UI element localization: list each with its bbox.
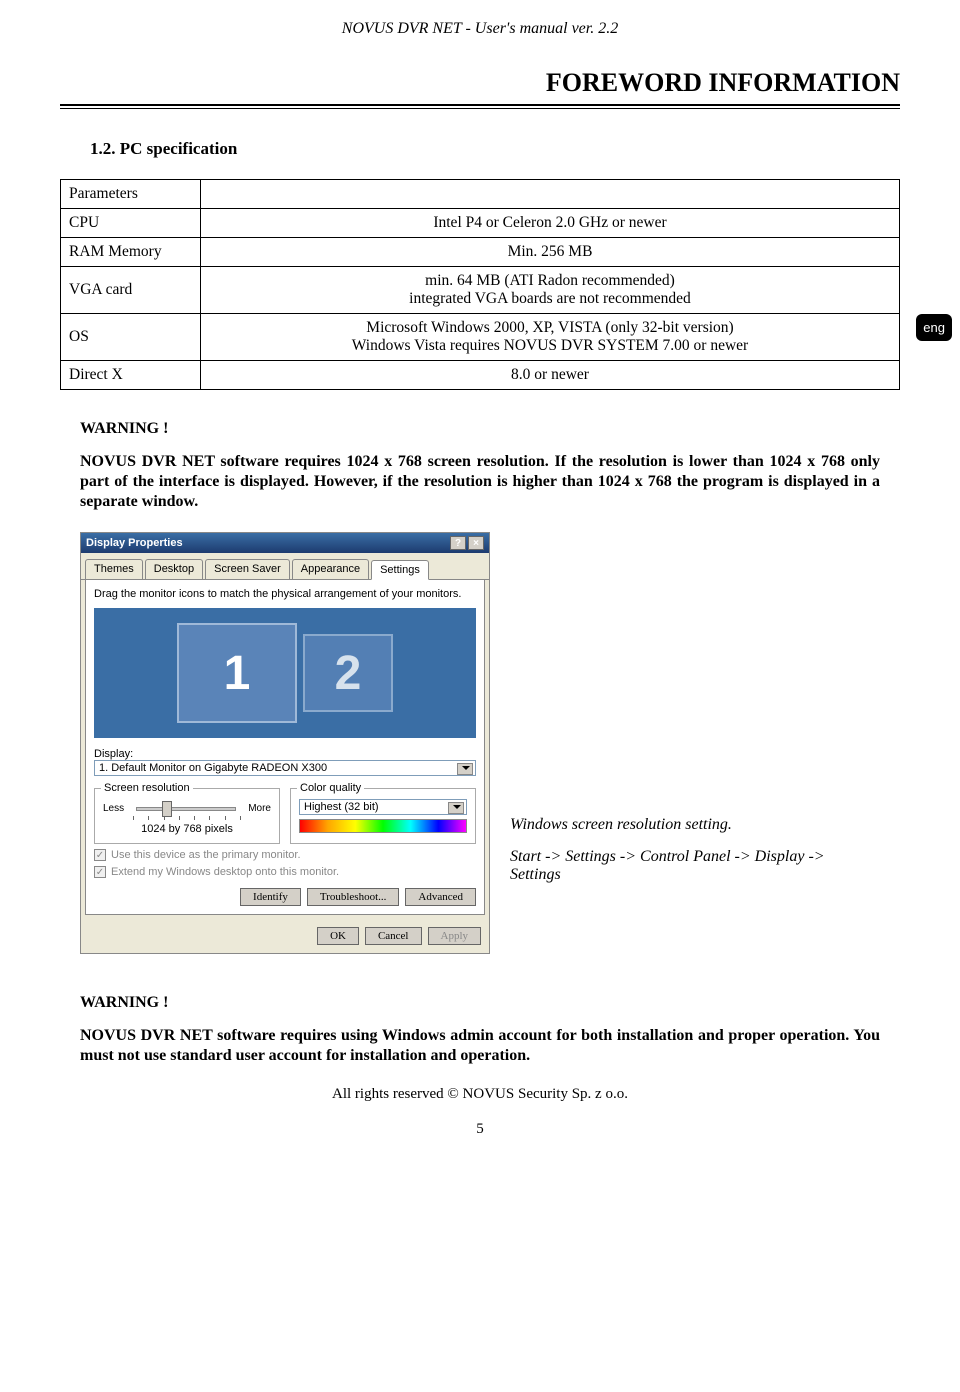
tab-settings[interactable]: Settings <box>371 560 429 580</box>
cell-value: Min. 256 MB <box>201 238 900 267</box>
help-icon[interactable]: ? <box>450 536 466 550</box>
footer-copyright: All rights reserved © NOVUS Security Sp.… <box>60 1086 900 1103</box>
color-quality-value: Highest (32 bit) <box>304 801 379 813</box>
table-row: VGA card min. 64 MB (ATI Radon recommend… <box>61 267 900 314</box>
cell-label: Direct X <box>61 361 201 390</box>
cell-value: 8.0 or newer <box>201 361 900 390</box>
language-badge: eng <box>916 314 952 341</box>
color-quality-select[interactable]: Highest (32 bit) <box>299 799 467 815</box>
display-select[interactable]: 1. Default Monitor on Gigabyte RADEON X3… <box>94 760 476 776</box>
table-row: RAM Memory Min. 256 MB <box>61 238 900 267</box>
settings-panel: Drag the monitor icons to match the phys… <box>85 580 485 915</box>
close-icon[interactable]: × <box>468 536 484 550</box>
cell-label: OS <box>61 314 201 361</box>
checkbox-label: Extend my Windows desktop onto this moni… <box>111 866 339 878</box>
monitor-2-icon[interactable]: 2 <box>303 634 393 712</box>
tabs: Themes Desktop Screen Saver Appearance S… <box>81 553 489 580</box>
slider-thumb[interactable] <box>162 801 172 817</box>
chapter-title: FOREWORD INFORMATION <box>60 68 900 98</box>
spec-table: Parameters CPU Intel P4 or Celeron 2.0 G… <box>60 179 900 390</box>
chevron-down-icon <box>462 766 470 770</box>
slider-track[interactable] <box>136 807 236 811</box>
display-properties-dialog: Display Properties ? × Themes Desktop Sc… <box>80 532 490 954</box>
tab-screen-saver[interactable]: Screen Saver <box>205 559 290 579</box>
warning-heading: WARNING ! <box>80 420 880 438</box>
group-legend: Screen resolution <box>101 782 193 794</box>
table-row: Parameters <box>61 180 900 209</box>
screenshot-caption: Windows screen resolution setting. Start… <box>510 816 870 954</box>
chevron-down-icon <box>453 805 461 809</box>
apply-button[interactable]: Apply <box>428 927 482 945</box>
cell-value: Microsoft Windows 2000, XP, VISTA (only … <box>201 314 900 361</box>
advanced-button[interactable]: Advanced <box>405 888 476 906</box>
caption-line1: Windows screen resolution setting. <box>510 816 870 834</box>
section-title: 1.2. PC specification <box>90 139 900 159</box>
titlebar[interactable]: Display Properties ? × <box>81 533 489 553</box>
cell-label: RAM Memory <box>61 238 201 267</box>
color-preview-icon <box>299 819 467 833</box>
warning-heading: WARNING ! <box>80 994 880 1012</box>
table-row: OS Microsoft Windows 2000, XP, VISTA (on… <box>61 314 900 361</box>
warning-text: NOVUS DVR NET software requires using Wi… <box>80 1026 880 1066</box>
group-legend: Color quality <box>297 782 364 794</box>
table-row: CPU Intel P4 or Celeron 2.0 GHz or newer <box>61 209 900 238</box>
caption-path: Start -> Settings -> Control Panel -> Di… <box>510 848 870 884</box>
extend-desktop-checkbox[interactable]: ✓ Extend my Windows desktop onto this mo… <box>94 866 476 878</box>
checkbox-icon[interactable]: ✓ <box>94 866 106 878</box>
instruction-text: Drag the monitor icons to match the phys… <box>94 588 476 600</box>
primary-monitor-checkbox[interactable]: ✓ Use this device as the primary monitor… <box>94 849 476 861</box>
monitor-1-icon[interactable]: 1 <box>177 623 297 723</box>
cancel-button[interactable]: Cancel <box>365 927 422 945</box>
troubleshoot-button[interactable]: Troubleshoot... <box>307 888 400 906</box>
screen-resolution-group: Screen resolution Less More 1024 by 768 … <box>94 788 280 844</box>
tab-desktop[interactable]: Desktop <box>145 559 203 579</box>
rule <box>60 104 900 109</box>
running-title: NOVUS DVR NET - User's manual ver. 2.2 <box>60 20 900 38</box>
checkbox-label: Use this device as the primary monitor. <box>111 849 301 861</box>
identify-button[interactable]: Identify <box>240 888 301 906</box>
cell-label: CPU <box>61 209 201 238</box>
page-number: 5 <box>60 1121 900 1138</box>
checkbox-icon[interactable]: ✓ <box>94 849 106 861</box>
table-row: Direct X 8.0 or newer <box>61 361 900 390</box>
dialog-title: Display Properties <box>86 537 183 549</box>
cell-label: VGA card <box>61 267 201 314</box>
tab-themes[interactable]: Themes <box>85 559 143 579</box>
cell-label: Parameters <box>61 180 201 209</box>
resolution-value: 1024 by 768 pixels <box>103 823 271 835</box>
slider-more-label: More <box>248 803 271 814</box>
monitor-arrangement[interactable]: 1 2 <box>94 608 476 738</box>
slider-less-label: Less <box>103 803 124 814</box>
display-label: Display: <box>94 748 476 760</box>
ok-button[interactable]: OK <box>317 927 359 945</box>
cell-value <box>201 180 900 209</box>
cell-value: min. 64 MB (ATI Radon recommended) integ… <box>201 267 900 314</box>
cell-value: Intel P4 or Celeron 2.0 GHz or newer <box>201 209 900 238</box>
warning-text: NOVUS DVR NET software requires 1024 x 7… <box>80 452 880 512</box>
resolution-slider[interactable]: Less More <box>103 803 271 814</box>
color-quality-group: Color quality Highest (32 bit) <box>290 788 476 844</box>
tab-appearance[interactable]: Appearance <box>292 559 369 579</box>
display-select-value: 1. Default Monitor on Gigabyte RADEON X3… <box>99 762 327 774</box>
